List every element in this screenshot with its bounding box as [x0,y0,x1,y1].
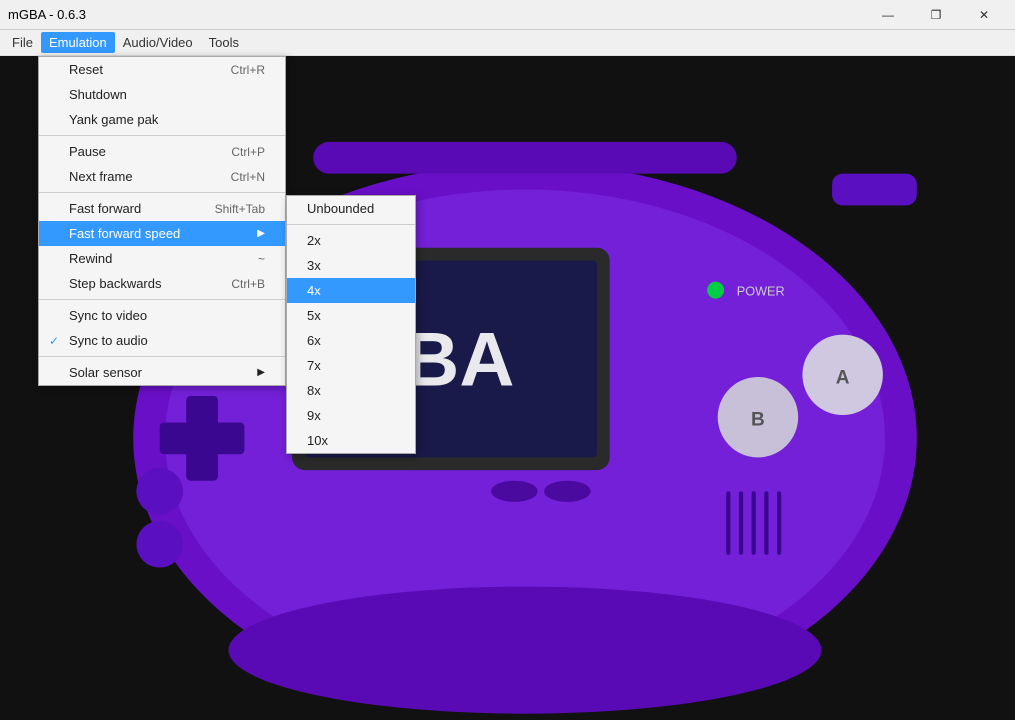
submenu-9x[interactable]: 9x [287,403,415,428]
menu-rewind[interactable]: Rewind ~ [39,246,285,271]
submenu-4x[interactable]: 4x [287,278,415,303]
fast-forward-submenu: Unbounded 2x 3x 4x 5x 6x 7x 8x 9x 10x [286,195,416,454]
menu-solar-sensor[interactable]: Solar sensor ▶ [39,360,285,385]
menu-fast-forward-speed[interactable]: Fast forward speed ▶ [39,221,285,246]
submenu-8x[interactable]: 8x [287,378,415,403]
minimize-button[interactable]: — [865,0,911,30]
submenu-separator [287,224,415,225]
submenu-7x[interactable]: 7x [287,353,415,378]
submenu-5x[interactable]: 5x [287,303,415,328]
svg-text:A: A [836,367,850,388]
menu-yank[interactable]: Yank game pak [39,107,285,132]
svg-text:POWER: POWER [737,284,785,298]
menu-step-backwards[interactable]: Step backwards Ctrl+B [39,271,285,296]
submenu-2x[interactable]: 2x [287,228,415,253]
menu-sync-audio[interactable]: ✓ Sync to audio [39,328,285,353]
menubar: File Emulation Audio/Video Tools [0,30,1015,56]
svg-text:B: B [751,410,765,431]
menu-next-frame[interactable]: Next frame Ctrl+N [39,164,285,189]
submenu-unbounded[interactable]: Unbounded [287,196,415,221]
menu-emulation[interactable]: Emulation [41,32,115,53]
maximize-button[interactable]: ❐ [913,0,959,30]
submenu-6x[interactable]: 6x [287,328,415,353]
submenu-3x[interactable]: 3x [287,253,415,278]
menu-tools[interactable]: Tools [201,32,247,53]
menu-audio-video[interactable]: Audio/Video [115,32,201,53]
separator-3 [39,299,285,300]
emulation-dropdown: Reset Ctrl+R Shutdown Yank game pak Paus… [38,56,286,386]
menu-shutdown[interactable]: Shutdown [39,82,285,107]
separator-4 [39,356,285,357]
titlebar-controls: — ❐ ✕ [865,0,1007,30]
menu-pause[interactable]: Pause Ctrl+P [39,139,285,164]
close-button[interactable]: ✕ [961,0,1007,30]
separator-2 [39,192,285,193]
menu-file[interactable]: File [4,32,41,53]
menu-sync-video[interactable]: Sync to video [39,303,285,328]
submenu-10x[interactable]: 10x [287,428,415,453]
menu-fast-forward[interactable]: Fast forward Shift+Tab [39,196,285,221]
titlebar-title: mGBA - 0.6.3 [8,7,86,22]
separator-1 [39,135,285,136]
titlebar: mGBA - 0.6.3 — ❐ ✕ [0,0,1015,30]
menu-reset[interactable]: Reset Ctrl+R [39,57,285,82]
